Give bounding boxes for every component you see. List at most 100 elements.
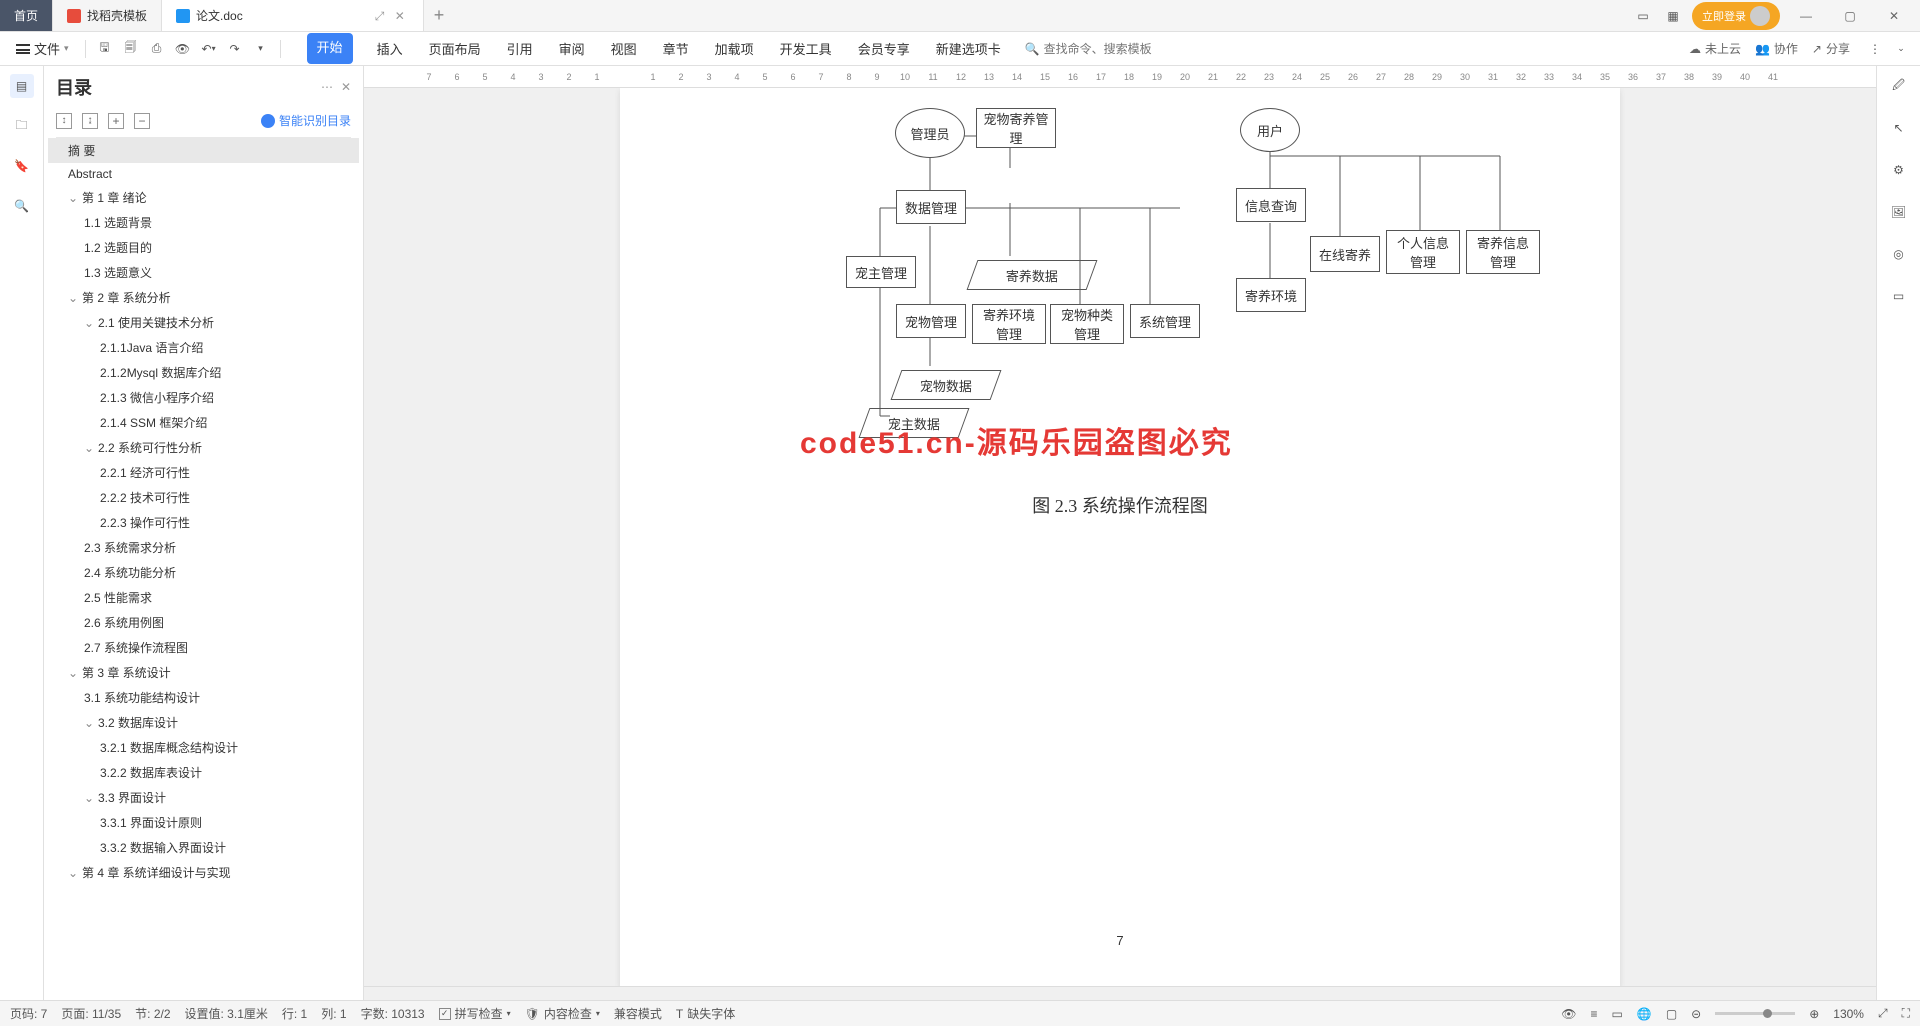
toc-item[interactable]: 3.2.1 数据库概念结构设计 bbox=[48, 735, 359, 760]
status-section[interactable]: 节: 2/2 bbox=[135, 1005, 170, 1022]
toc-item[interactable]: 1.2 选题目的 bbox=[48, 235, 359, 260]
tab-document[interactable]: 论文.doc ⤢ ✕ bbox=[162, 0, 424, 31]
toc-item[interactable]: 2.1.4 SSM 框架介绍 bbox=[48, 410, 359, 435]
ribbon-tab-addons[interactable]: 加载项 bbox=[713, 33, 756, 64]
toc-list[interactable]: 摘 要Abstract⌄第 1 章 绪论1.1 选题背景1.2 选题目的1.3 … bbox=[44, 138, 363, 1000]
toc-item[interactable]: 2.7 系统操作流程图 bbox=[48, 635, 359, 660]
toc-item[interactable]: Abstract bbox=[48, 163, 359, 185]
canvas[interactable]: 管理员 宠物寄养管理 数据管理 宠主管理 寄养数据 宠物管理 寄养环境管理 宠物… bbox=[364, 88, 1876, 986]
reading-icon[interactable]: ▭ bbox=[1887, 284, 1911, 308]
ribbon-tab-new[interactable]: 新建选项卡 bbox=[934, 33, 1003, 64]
toc-item[interactable]: 2.6 系统用例图 bbox=[48, 610, 359, 635]
toc-collapse-all-icon[interactable]: ↕ bbox=[56, 113, 72, 129]
toc-item[interactable]: 1.3 选题意义 bbox=[48, 260, 359, 285]
outline-icon[interactable]: ▤ bbox=[10, 74, 34, 98]
status-words[interactable]: 字数: 10313 bbox=[361, 1005, 425, 1022]
bookmark-icon[interactable]: 🔖 bbox=[10, 154, 34, 178]
toc-expand-all-icon[interactable]: ↨ bbox=[82, 113, 98, 129]
smart-toc-button[interactable]: 智能识别目录 bbox=[261, 112, 351, 129]
translate-icon[interactable]: 🖼 bbox=[1887, 200, 1911, 224]
toc-expand-icon[interactable]: + bbox=[108, 113, 124, 129]
toc-item[interactable]: 3.3.2 数据输入界面设计 bbox=[48, 835, 359, 860]
search-box[interactable]: 🔍 bbox=[1025, 42, 1184, 56]
toc-close-icon[interactable]: ✕ bbox=[341, 80, 351, 94]
toc-item[interactable]: 3.2.2 数据库表设计 bbox=[48, 760, 359, 785]
collab-button[interactable]: 👥协作 bbox=[1755, 40, 1798, 57]
toc-item[interactable]: 2.3 系统需求分析 bbox=[48, 535, 359, 560]
layout-icon[interactable]: ▭ bbox=[1632, 5, 1654, 27]
add-tab-button[interactable]: + bbox=[424, 0, 455, 31]
zoom-in-icon[interactable]: ⊕ bbox=[1809, 1007, 1819, 1021]
print-icon[interactable]: ⎙ bbox=[146, 38, 168, 60]
share-button[interactable]: ↗分享 bbox=[1812, 40, 1850, 57]
view-web-icon[interactable]: 🌐 bbox=[1637, 1007, 1652, 1021]
login-button[interactable]: 立即登录 bbox=[1692, 2, 1780, 30]
status-compat[interactable]: 兼容模式 bbox=[614, 1005, 662, 1022]
toc-item[interactable]: ⌄2.2 系统可行性分析 bbox=[48, 435, 359, 460]
toc-item[interactable]: ⌄3.2 数据库设计 bbox=[48, 710, 359, 735]
minimize-button[interactable]: — bbox=[1788, 0, 1824, 32]
toc-item[interactable]: 2.2.3 操作可行性 bbox=[48, 510, 359, 535]
ribbon-tab-layout[interactable]: 页面布局 bbox=[427, 33, 483, 64]
save-as-icon[interactable]: 🗐 bbox=[120, 38, 142, 60]
maximize-button[interactable]: ▢ bbox=[1832, 0, 1868, 32]
ribbon-tab-vip[interactable]: 会员专享 bbox=[856, 33, 912, 64]
toc-item[interactable]: 摘 要 bbox=[48, 138, 359, 163]
ribbon-tab-review[interactable]: 审阅 bbox=[557, 33, 587, 64]
toc-item[interactable]: 3.1 系统功能结构设计 bbox=[48, 685, 359, 710]
settings-icon[interactable]: ⚙ bbox=[1887, 158, 1911, 182]
tab-templates[interactable]: 找稻壳模板 bbox=[53, 0, 162, 31]
ribbon-tab-devtools[interactable]: 开发工具 bbox=[778, 33, 834, 64]
more-icon[interactable]: ▾ bbox=[250, 38, 272, 60]
save-icon[interactable]: 🖫 bbox=[94, 38, 116, 60]
fit-width-icon[interactable]: ⤢ bbox=[1878, 1006, 1888, 1021]
toc-item[interactable]: ⌄第 4 章 系统详细设计与实现 bbox=[48, 860, 359, 885]
zoom-slider[interactable] bbox=[1715, 1012, 1795, 1015]
toc-item[interactable]: 2.4 系统功能分析 bbox=[48, 560, 359, 585]
toc-item[interactable]: 2.2.1 经济可行性 bbox=[48, 460, 359, 485]
ribbon-tab-insert[interactable]: 插入 bbox=[375, 33, 405, 64]
fullscreen-icon[interactable]: ⛶ bbox=[1902, 1006, 1910, 1021]
toc-item[interactable]: 1.1 选题背景 bbox=[48, 210, 359, 235]
toc-item[interactable]: 2.1.2Mysql 数据库介绍 bbox=[48, 360, 359, 385]
search-input[interactable] bbox=[1044, 42, 1184, 56]
zoom-out-icon[interactable]: ⊝ bbox=[1691, 1007, 1701, 1021]
toc-item[interactable]: 2.1.1Java 语言介绍 bbox=[48, 335, 359, 360]
status-page[interactable]: 页面: 11/35 bbox=[61, 1005, 121, 1022]
status-page-code[interactable]: 页码: 7 bbox=[10, 1005, 47, 1022]
find-icon[interactable]: 🔍 bbox=[10, 194, 34, 218]
status-content-check[interactable]: 🛡内容检查▾ bbox=[525, 1005, 600, 1022]
zoom-value[interactable]: 130% bbox=[1833, 1007, 1864, 1021]
target-icon[interactable]: ◎ bbox=[1887, 242, 1911, 266]
toc-item[interactable]: 3.3.1 界面设计原则 bbox=[48, 810, 359, 835]
view-eye-icon[interactable]: 👁 bbox=[1561, 1007, 1576, 1021]
toc-item[interactable]: 2.1.3 微信小程序介绍 bbox=[48, 385, 359, 410]
ribbon-tab-start[interactable]: 开始 bbox=[307, 33, 353, 64]
close-button[interactable]: ✕ bbox=[1876, 0, 1912, 32]
cloud-status[interactable]: ☁未上云 bbox=[1689, 40, 1741, 57]
toc-item[interactable]: ⌄第 1 章 绪论 bbox=[48, 185, 359, 210]
status-col[interactable]: 列: 1 bbox=[321, 1005, 346, 1022]
toc-item[interactable]: ⌄第 3 章 系统设计 bbox=[48, 660, 359, 685]
close-icon[interactable]: ✕ bbox=[395, 9, 409, 23]
toc-item[interactable]: 2.2.2 技术可行性 bbox=[48, 485, 359, 510]
status-spell[interactable]: ✓拼写检查▾ bbox=[439, 1005, 511, 1022]
toc-item[interactable]: 2.5 性能需求 bbox=[48, 585, 359, 610]
ribbon-tab-view[interactable]: 视图 bbox=[609, 33, 639, 64]
toc-item[interactable]: ⌄2.1 使用关键技术分析 bbox=[48, 310, 359, 335]
toc-collapse-icon[interactable]: − bbox=[134, 113, 150, 129]
more-menu-icon[interactable]: ⋮ bbox=[1864, 38, 1886, 60]
toc-item[interactable]: ⌄3.3 界面设计 bbox=[48, 785, 359, 810]
view-page-icon[interactable]: ▭ bbox=[1612, 1007, 1623, 1021]
select-icon[interactable]: ↖ bbox=[1887, 116, 1911, 140]
file-menu[interactable]: 文件▾ bbox=[8, 35, 77, 62]
view-outline-icon[interactable]: ≡ bbox=[1591, 1007, 1598, 1021]
status-row[interactable]: 行: 1 bbox=[282, 1005, 307, 1022]
folder-icon[interactable]: 🗀 bbox=[10, 114, 34, 138]
ribbon-tab-references[interactable]: 引用 bbox=[505, 33, 535, 64]
status-missing-font[interactable]: T缺失字体 bbox=[676, 1005, 735, 1022]
tab-home[interactable]: 首页 bbox=[0, 0, 53, 31]
spread-icon[interactable]: ⤢ bbox=[375, 9, 389, 23]
status-set-value[interactable]: 设置值: 3.1厘米 bbox=[185, 1005, 268, 1022]
undo-icon[interactable]: ↶▾ bbox=[198, 38, 220, 60]
